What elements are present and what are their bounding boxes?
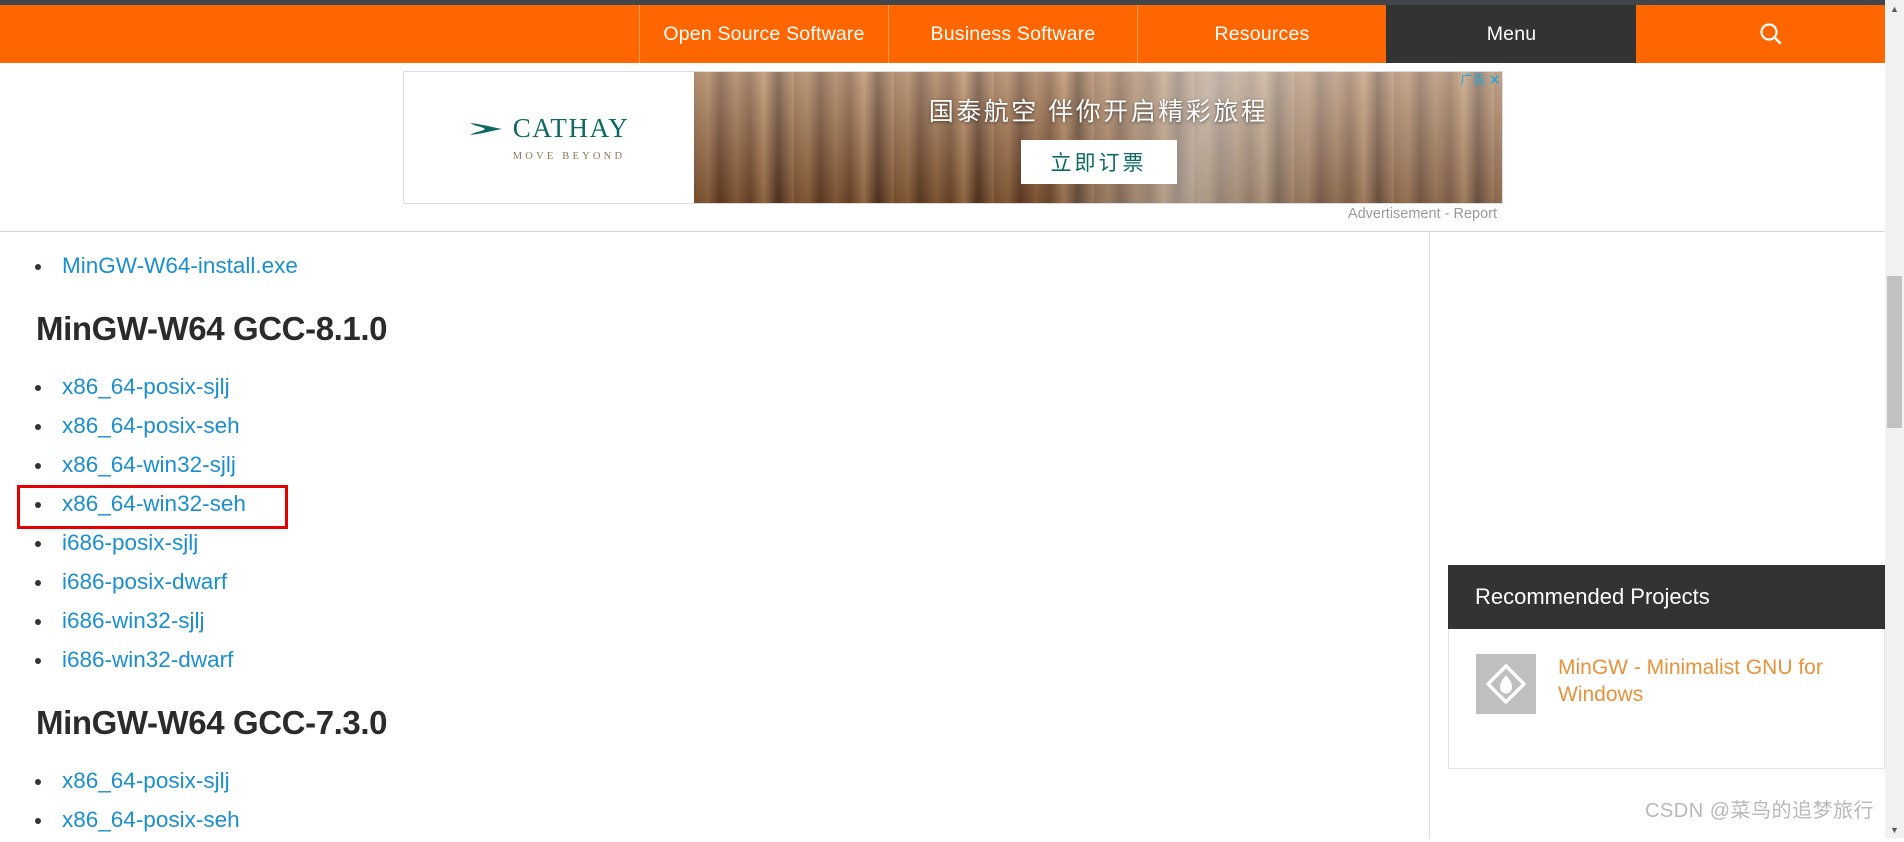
list-item-highlighted: x86_64-win32-seh: [0, 484, 1429, 523]
list-item: x86_64-posix-sjlj: [0, 761, 1429, 800]
primary-navigation: Open Source Software Business Software R…: [0, 5, 1904, 63]
ad-hero-image: 国泰航空 伴你开启精彩旅程 立即订票: [694, 72, 1503, 203]
page-scrollbar-track[interactable]: ▲ ▼: [1885, 0, 1904, 838]
ad-close-icon[interactable]: ✕: [1488, 73, 1501, 88]
cathay-brushwing-icon: [469, 118, 503, 140]
nav-item-open-source-software[interactable]: Open Source Software: [639, 5, 888, 63]
ad-brand-panel: CATHAY MOVE BEYOND: [404, 72, 694, 203]
list-item: x86_64-posix-seh: [0, 406, 1429, 445]
download-link[interactable]: x86_64-posix-sjlj: [62, 768, 230, 793]
nav-label: Resources: [1214, 23, 1309, 46]
nav-left-spacer: [0, 5, 639, 63]
recommended-projects-card: Recommended Projects MinGW - Minimalist …: [1448, 565, 1885, 769]
scroll-up-arrow-icon[interactable]: ▲: [1885, 0, 1904, 17]
list-item: i686-posix-sjlj: [0, 523, 1429, 562]
list-item: x86_64-posix-seh: [0, 800, 1429, 839]
recommended-project-link[interactable]: MinGW - Minimalist GNU for Windows: [1558, 654, 1858, 768]
cathay-tagline: MOVE BEYOND: [513, 151, 626, 162]
page-content: MinGW-W64-install.exe MinGW-W64 GCC-8.1.…: [0, 231, 1904, 838]
right-sidebar: Recommended Projects MinGW - Minimalist …: [1431, 232, 1904, 839]
list-item: x86_64-posix-sjlj: [0, 367, 1429, 406]
ad-banner[interactable]: CATHAY MOVE BEYOND 国泰航空 伴你开启精彩旅程 立即订票 广告…: [403, 71, 1503, 204]
recommended-projects-title: Recommended Projects: [1448, 565, 1885, 629]
download-link-installer[interactable]: MinGW-W64-install.exe: [62, 253, 298, 278]
nav-label: Menu: [1487, 23, 1537, 46]
ad-headline: 国泰航空 伴你开启精彩旅程: [694, 92, 1503, 128]
advertisement-zone: CATHAY MOVE BEYOND 国泰航空 伴你开启精彩旅程 立即订票 广告…: [0, 63, 1904, 231]
page-scrollbar-thumb[interactable]: [1887, 276, 1902, 428]
list-item: MinGW-W64-install.exe: [0, 246, 1429, 285]
nav-label: Open Source Software: [663, 23, 864, 46]
section-heading-gcc-730: MinGW-W64 GCC-7.3.0: [36, 704, 1429, 742]
search-icon: [1758, 21, 1784, 47]
list-item: x86_64-win32-sjlj: [0, 445, 1429, 484]
ad-cta-button[interactable]: 立即订票: [1021, 140, 1177, 184]
download-link[interactable]: i686-posix-dwarf: [62, 569, 227, 594]
cathay-wordmark: CATHAY: [513, 113, 630, 144]
nav-item-menu[interactable]: Menu: [1386, 5, 1636, 63]
nav-item-resources[interactable]: Resources: [1137, 5, 1386, 63]
list-item: i686-posix-dwarf: [0, 562, 1429, 601]
nav-search-button[interactable]: [1636, 5, 1904, 63]
download-link[interactable]: i686-win32-dwarf: [62, 647, 233, 672]
download-link[interactable]: i686-posix-sjlj: [62, 530, 198, 555]
gcc-810-link-list: x86_64-posix-sjlj x86_64-posix-seh x86_6…: [0, 367, 1429, 679]
list-item: i686-win32-sjlj: [0, 601, 1429, 640]
download-link[interactable]: x86_64-posix-seh: [62, 413, 240, 438]
ad-report-link[interactable]: Advertisement - Report: [0, 206, 1497, 222]
nav-label: Business Software: [931, 23, 1096, 46]
recommended-projects-body: MinGW - Minimalist GNU for Windows: [1448, 629, 1885, 769]
gcc-730-link-list: x86_64-posix-sjlj x86_64-posix-seh: [0, 761, 1429, 839]
download-link[interactable]: x86_64-posix-sjlj: [62, 374, 230, 399]
section-heading-gcc-810: MinGW-W64 GCC-8.1.0: [36, 310, 1429, 348]
ad-disclosure-label: 广告: [1460, 74, 1485, 87]
scroll-down-arrow-icon[interactable]: ▼: [1885, 821, 1904, 838]
nav-item-business-software[interactable]: Business Software: [888, 5, 1137, 63]
download-link-selected[interactable]: x86_64-win32-seh: [62, 491, 246, 516]
mingw-diamond-flame-icon: [1476, 654, 1536, 714]
installer-link-list: MinGW-W64-install.exe: [0, 246, 1429, 285]
main-content-column: MinGW-W64-install.exe MinGW-W64 GCC-8.1.…: [0, 232, 1430, 839]
download-link[interactable]: i686-win32-sjlj: [62, 608, 205, 633]
download-link[interactable]: x86_64-posix-seh: [62, 807, 240, 832]
ad-disclosure-group: 广告 ✕: [1460, 73, 1501, 88]
download-link[interactable]: x86_64-win32-sjlj: [62, 452, 236, 477]
list-item: i686-win32-dwarf: [0, 640, 1429, 679]
